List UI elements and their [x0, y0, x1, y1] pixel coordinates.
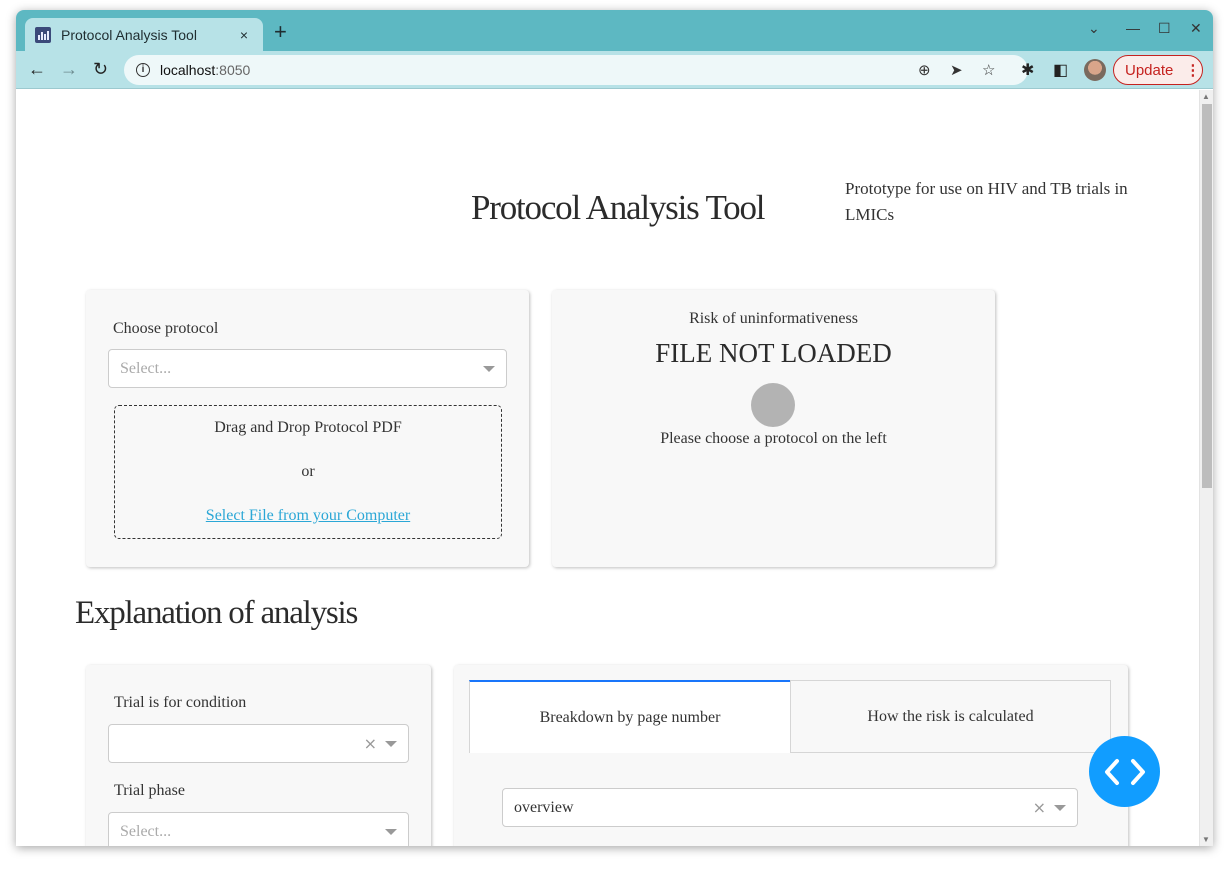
tab-strip: Protocol Analysis Tool × + ⌄ — ☐ ✕	[16, 10, 1213, 51]
profile-avatar[interactable]	[1084, 59, 1106, 81]
new-tab-icon[interactable]: +	[274, 21, 287, 43]
back-icon[interactable]: ←	[28, 59, 46, 79]
side-panel-icon[interactable]: ◧	[1053, 60, 1068, 80]
condition-dropdown[interactable]: ×	[108, 724, 409, 763]
tab-how-risk-calculated[interactable]: How the risk is calculated	[790, 680, 1111, 753]
code-brackets-icon	[1104, 758, 1145, 785]
risk-card: Risk of uninformativeness FILE NOT LOADE…	[552, 290, 995, 567]
risk-status: FILE NOT LOADED	[655, 338, 892, 368]
scroll-down-icon[interactable]: ▼	[1202, 835, 1210, 844]
phase-dropdown-placeholder: Select...	[120, 822, 172, 840]
reload-icon[interactable]: ↻	[93, 59, 108, 79]
bookmark-star-icon[interactable]: ☆	[982, 61, 995, 79]
risk-message: Please choose a protocol on the left	[660, 430, 887, 447]
tab-breakdown-by-page[interactable]: Breakdown by page number	[469, 680, 790, 753]
page-scrollbar[interactable]: ▲ ▼	[1199, 90, 1213, 846]
page-title: Protocol Analysis Tool	[471, 188, 766, 227]
app-favicon-icon	[35, 26, 51, 43]
maximize-icon[interactable]: ☐	[1158, 20, 1171, 37]
view-dropdown[interactable]: overview ×	[502, 788, 1078, 827]
site-info-icon[interactable]: i	[136, 63, 150, 77]
filters-card: Trial is for condition × Trial phase Sel…	[86, 665, 431, 846]
browser-tab[interactable]: Protocol Analysis Tool ×	[25, 18, 263, 51]
risk-indicator-circle	[751, 383, 795, 427]
select-file-link[interactable]: Select File from your Computer	[115, 507, 501, 525]
tab-search-icon[interactable]: ⌄	[1088, 20, 1100, 37]
scroll-up-icon[interactable]: ▲	[1202, 92, 1210, 101]
analysis-tabs: Breakdown by page number How the risk is…	[469, 680, 1111, 753]
clear-icon[interactable]: ×	[1033, 798, 1046, 817]
dash-debug-button[interactable]	[1089, 736, 1160, 807]
chevron-down-icon[interactable]	[1054, 804, 1066, 811]
condition-label: Trial is for condition	[114, 694, 247, 711]
analysis-tabs-card: Breakdown by page number How the risk is…	[454, 665, 1128, 846]
browser-window: Protocol Analysis Tool × + ⌄ — ☐ ✕ ← → ↻…	[16, 10, 1213, 846]
upload-or-text: or	[301, 463, 315, 480]
forward-icon[interactable]: →	[60, 59, 78, 79]
update-button[interactable]: Update ⋮	[1113, 55, 1203, 85]
menu-icon[interactable]: ⋮	[1185, 61, 1200, 79]
send-icon[interactable]: ➤	[950, 61, 963, 79]
tab-title: Protocol Analysis Tool	[61, 26, 197, 43]
clear-icon[interactable]: ×	[364, 734, 377, 753]
extensions-icon[interactable]: ✱	[1021, 60, 1034, 80]
pdf-upload-zone[interactable]: Drag and Drop Protocol PDF or Select Fil…	[114, 405, 502, 539]
minimize-icon[interactable]: —	[1126, 20, 1140, 36]
address-bar[interactable]: i localhost :8050 ⊕ ➤ ☆	[124, 55, 1028, 85]
chevron-down-icon[interactable]	[483, 365, 495, 372]
page-content: Protocol Analysis Tool Prototype for use…	[16, 90, 1199, 846]
chevron-down-icon[interactable]	[385, 740, 397, 747]
view-dropdown-value: overview	[514, 798, 574, 816]
protocol-dropdown-placeholder: Select...	[120, 359, 172, 377]
phase-dropdown[interactable]: Select...	[108, 812, 409, 846]
url-port: :8050	[215, 62, 251, 78]
protocol-dropdown[interactable]: Select...	[108, 349, 507, 388]
tab-close-icon[interactable]: ×	[235, 27, 253, 43]
update-label: Update	[1125, 61, 1174, 79]
window-close-icon[interactable]: ✕	[1190, 20, 1202, 37]
protocol-card: Choose protocol Select... Drag and Drop …	[86, 290, 529, 567]
url-host: localhost	[160, 62, 216, 78]
upload-drag-text: Drag and Drop Protocol PDF	[214, 419, 402, 436]
browser-toolbar: ← → ↻ i localhost :8050 ⊕ ➤ ☆ ✱ ◧ Update…	[16, 51, 1213, 89]
page-subtitle: Prototype for use on HIV and TB trials i…	[845, 179, 1128, 224]
zoom-icon[interactable]: ⊕	[918, 61, 931, 79]
scrollbar-thumb[interactable]	[1202, 104, 1212, 488]
risk-heading: Risk of uninformativeness	[689, 310, 858, 327]
phase-label: Trial phase	[114, 782, 185, 799]
explanation-title: Explanation of analysis	[75, 595, 358, 631]
choose-protocol-label: Choose protocol	[113, 320, 219, 337]
chevron-down-icon[interactable]	[385, 828, 397, 835]
